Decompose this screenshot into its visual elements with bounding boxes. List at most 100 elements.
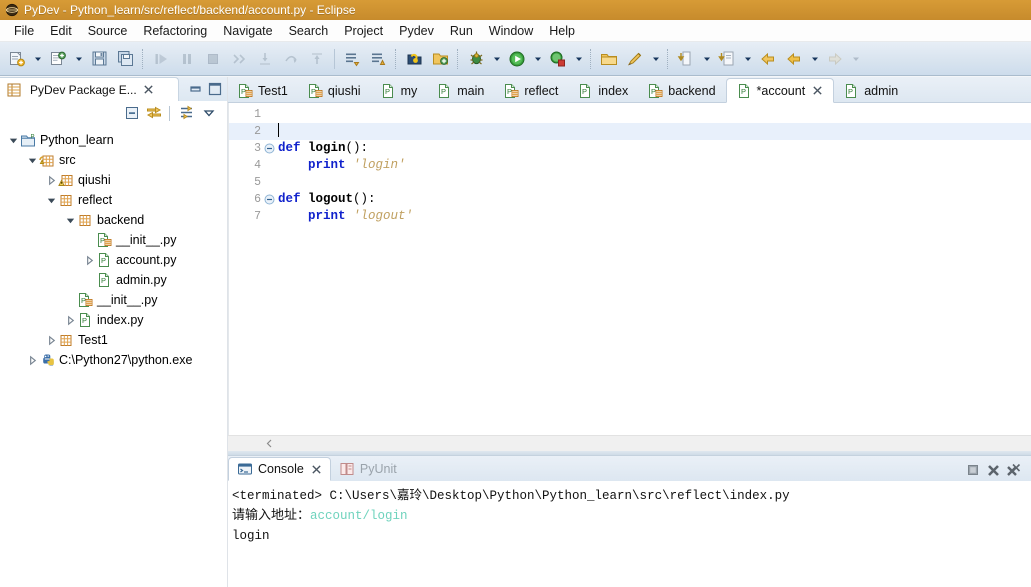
tree-item[interactable]: reflect bbox=[0, 190, 227, 210]
code-line[interactable]: def logout(): bbox=[276, 191, 1031, 208]
tree-item[interactable]: Pindex.py bbox=[0, 310, 227, 330]
search-dropdown[interactable] bbox=[648, 46, 663, 72]
tree-twisty[interactable] bbox=[82, 253, 96, 267]
tree-item[interactable]: backend bbox=[0, 210, 227, 230]
console-output[interactable]: <terminated> C:\Users\嘉玲\Desktop\Python\… bbox=[228, 481, 1031, 587]
tree-twisty[interactable] bbox=[44, 333, 58, 347]
remove-launch-button[interactable] bbox=[983, 461, 1003, 479]
tree-twisty[interactable] bbox=[25, 153, 39, 167]
close-icon[interactable] bbox=[812, 85, 823, 96]
menu-project[interactable]: Project bbox=[336, 22, 391, 40]
editor-tab-qiushi[interactable]: P qiushi bbox=[298, 78, 371, 103]
chevron-down-icon[interactable] bbox=[46, 195, 57, 206]
close-icon[interactable] bbox=[143, 84, 154, 95]
editor-tab-admin[interactable]: Padmin bbox=[834, 78, 908, 103]
editor-tab-bar[interactable]: P Test1 P qiushi Pmy Pmain P reflect P i… bbox=[228, 77, 1031, 103]
code-line[interactable]: def login(): bbox=[276, 140, 1031, 157]
tab-pydev-package-explorer[interactable]: PyDev Package E... bbox=[0, 77, 179, 101]
code-line[interactable]: print 'login' bbox=[276, 157, 1031, 174]
new-wizard-button[interactable] bbox=[4, 46, 30, 72]
save-button[interactable] bbox=[86, 46, 112, 72]
link-with-editor-button[interactable] bbox=[144, 103, 164, 123]
tree-item[interactable]: C:\Python27\python.exe bbox=[0, 350, 227, 370]
chevron-right-icon[interactable] bbox=[84, 255, 95, 266]
last-edit-location-dropdown[interactable] bbox=[740, 46, 755, 72]
fold-toggle-icon[interactable] bbox=[263, 191, 276, 208]
editor-tab-test1[interactable]: P Test1 bbox=[228, 78, 298, 103]
menu-file[interactable]: File bbox=[6, 22, 42, 40]
back-button[interactable] bbox=[755, 46, 781, 72]
save-all-button[interactable] bbox=[112, 46, 138, 72]
new-project-button[interactable] bbox=[45, 46, 71, 72]
open-python-module-button[interactable] bbox=[401, 46, 427, 72]
editor-tab-reflect[interactable]: P reflect bbox=[494, 78, 568, 103]
tree-twisty[interactable] bbox=[25, 353, 39, 367]
tree-item[interactable]: P Python_learn bbox=[0, 130, 227, 150]
new-wizard-dropdown[interactable] bbox=[30, 46, 45, 72]
source-code[interactable]: def login(): print 'login' def logout(): … bbox=[276, 103, 1031, 435]
tree-twisty[interactable] bbox=[63, 213, 77, 227]
editor-tab-my[interactable]: Pmy bbox=[371, 78, 428, 103]
tab-console[interactable]: Console bbox=[228, 457, 331, 481]
collapse-all-button[interactable] bbox=[122, 103, 142, 123]
pin-editor-dropdown[interactable] bbox=[699, 46, 714, 72]
previous-annotation-button[interactable] bbox=[365, 46, 391, 72]
editor-horizontal-scrollbar[interactable] bbox=[228, 435, 1031, 451]
open-resource-button[interactable] bbox=[427, 46, 453, 72]
filters-button[interactable] bbox=[177, 103, 197, 123]
menu-help[interactable]: Help bbox=[541, 22, 583, 40]
open-task-button[interactable] bbox=[596, 46, 622, 72]
code-line[interactable] bbox=[276, 123, 1031, 140]
code-line[interactable] bbox=[276, 106, 1031, 123]
fold-toggle-icon[interactable] bbox=[263, 140, 276, 157]
tree-item[interactable]: P __init__.py bbox=[0, 230, 227, 250]
tree-twisty[interactable] bbox=[44, 193, 58, 207]
editor-tab-backend[interactable]: P backend bbox=[638, 78, 725, 103]
run-dropdown[interactable] bbox=[530, 46, 545, 72]
minimize-icon[interactable] bbox=[188, 81, 204, 97]
external-tools-button[interactable] bbox=[545, 46, 571, 72]
tree-twisty[interactable] bbox=[6, 133, 20, 147]
search-button[interactable] bbox=[622, 46, 648, 72]
folding-margin[interactable] bbox=[263, 103, 276, 435]
debug-button[interactable] bbox=[463, 46, 489, 72]
tree-item[interactable]: Paccount.py bbox=[0, 250, 227, 270]
close-icon[interactable] bbox=[311, 464, 322, 475]
chevron-right-icon[interactable] bbox=[65, 315, 76, 326]
maximize-icon[interactable] bbox=[207, 81, 223, 97]
forward-dropdown[interactable] bbox=[807, 46, 822, 72]
code-line[interactable] bbox=[276, 174, 1031, 191]
remove-all-terminated-button[interactable] bbox=[1003, 461, 1023, 479]
menu-refactoring[interactable]: Refactoring bbox=[135, 22, 215, 40]
debug-dropdown[interactable] bbox=[489, 46, 504, 72]
chevron-down-icon[interactable] bbox=[8, 135, 19, 146]
chevron-right-icon[interactable] bbox=[46, 175, 57, 186]
chevron-down-icon[interactable] bbox=[27, 155, 38, 166]
tab-pyunit[interactable]: PyUnit bbox=[331, 457, 405, 481]
tree-item[interactable]: Padmin.py bbox=[0, 270, 227, 290]
menu-pydev[interactable]: Pydev bbox=[391, 22, 442, 40]
new-project-dropdown[interactable] bbox=[71, 46, 86, 72]
pin-editor-button[interactable] bbox=[673, 46, 699, 72]
menu-window[interactable]: Window bbox=[481, 22, 541, 40]
chevron-down-icon[interactable] bbox=[65, 215, 76, 226]
project-tree[interactable]: P Python_learn src qiushi reflect backend… bbox=[0, 126, 227, 587]
forward-button[interactable] bbox=[781, 46, 807, 72]
menu-source[interactable]: Source bbox=[80, 22, 136, 40]
view-menu-button[interactable] bbox=[199, 103, 219, 123]
chevron-right-icon[interactable] bbox=[46, 335, 57, 346]
tree-item[interactable]: P __init__.py bbox=[0, 290, 227, 310]
scroll-left-icon[interactable] bbox=[262, 436, 276, 451]
code-viewport[interactable]: 1234567 def login(): print 'login' def lo… bbox=[228, 103, 1031, 435]
next-annotation-button[interactable] bbox=[339, 46, 365, 72]
editor-tab-index[interactable]: Pindex bbox=[568, 78, 638, 103]
tree-item[interactable]: Test1 bbox=[0, 330, 227, 350]
menu-navigate[interactable]: Navigate bbox=[215, 22, 280, 40]
last-edit-location-button[interactable] bbox=[714, 46, 740, 72]
code-line[interactable]: print 'logout' bbox=[276, 208, 1031, 225]
editor-tab-main[interactable]: Pmain bbox=[427, 78, 494, 103]
run-button[interactable] bbox=[504, 46, 530, 72]
tree-twisty[interactable] bbox=[44, 173, 58, 187]
chevron-right-icon[interactable] bbox=[27, 355, 38, 366]
menu-edit[interactable]: Edit bbox=[42, 22, 80, 40]
